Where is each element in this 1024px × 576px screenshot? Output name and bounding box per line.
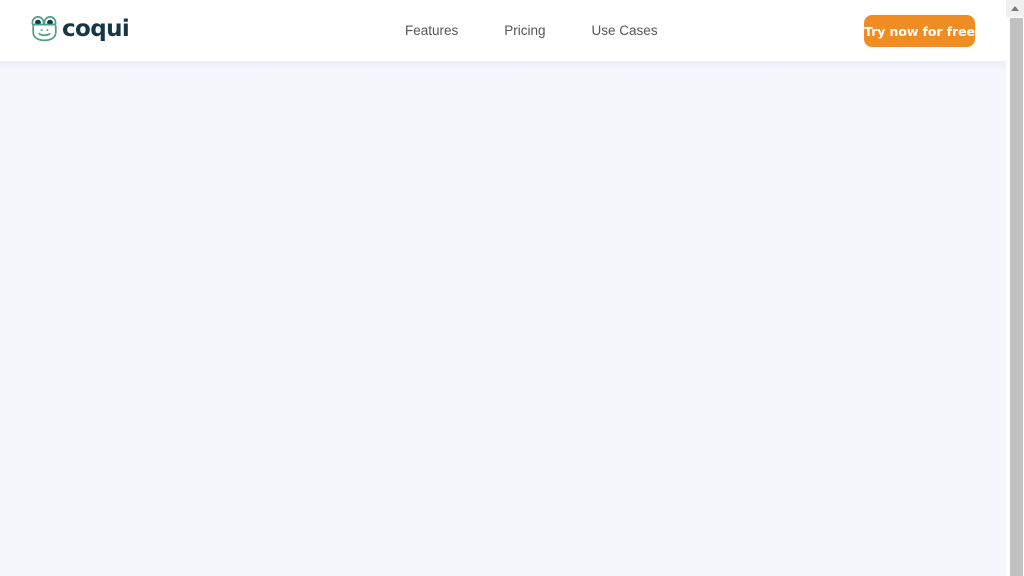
nav-item-use-cases[interactable]: Use Cases [592, 24, 658, 38]
chevron-up-icon [1011, 6, 1019, 11]
page-content-area [0, 70, 1006, 576]
nav-item-features[interactable]: Features [405, 24, 458, 38]
brand-wordmark: coqui [62, 16, 130, 42]
vertical-scrollbar[interactable] [1006, 0, 1024, 576]
web-page: coqui Features Pricing Use Cases Try now… [0, 0, 1006, 576]
main-navigation: Features Pricing Use Cases [405, 0, 658, 61]
browser-viewport: coqui Features Pricing Use Cases Try now… [0, 0, 1024, 576]
brand-logo[interactable]: coqui [30, 15, 130, 42]
header-shadow [0, 61, 1006, 70]
nav-item-pricing[interactable]: Pricing [504, 24, 545, 38]
scrollbar-thumb[interactable] [1010, 18, 1023, 576]
scrollbar-track[interactable] [1006, 17, 1024, 576]
scroll-up-button[interactable] [1006, 0, 1024, 17]
site-header: coqui Features Pricing Use Cases Try now… [0, 0, 1006, 61]
frog-face-icon [30, 15, 59, 42]
try-now-for-free-button[interactable]: Try now for free [864, 15, 975, 47]
